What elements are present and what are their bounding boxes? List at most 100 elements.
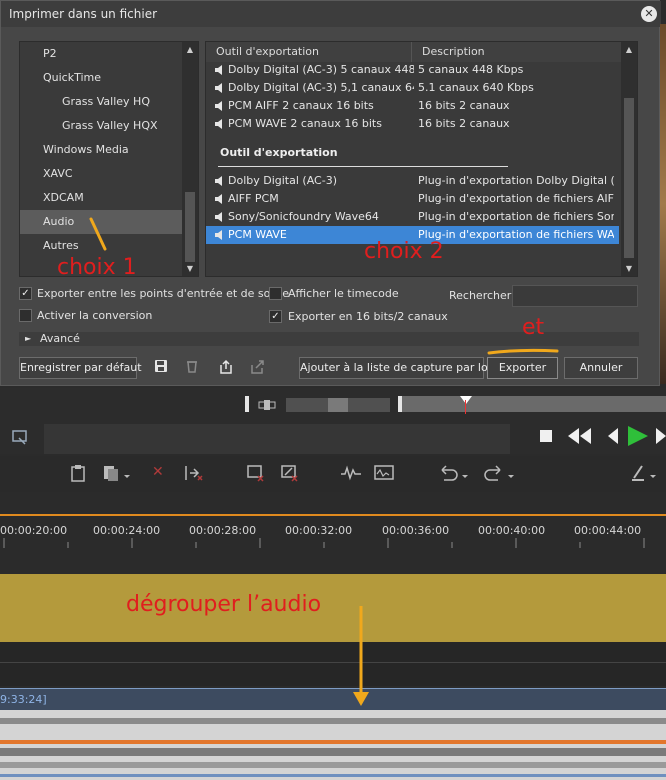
- clip-link-icon[interactable]: [258, 400, 276, 410]
- paste-icon[interactable]: [102, 464, 132, 482]
- redo-icon[interactable]: [484, 464, 516, 482]
- save-preset-icon[interactable]: [151, 359, 171, 377]
- audio-waveform-icon[interactable]: [340, 464, 362, 482]
- scroll-up-icon[interactable]: ▲: [183, 45, 197, 54]
- export-dialog: Imprimer dans un fichier ✕ P2 QuickTime Gr…: [0, 0, 661, 386]
- audio-clip-icon[interactable]: [374, 464, 396, 482]
- timecode-label: 00:00:20:00: [0, 524, 68, 537]
- audio-clip-track[interactable]: 9:33:24]: [0, 688, 666, 780]
- search-input[interactable]: [512, 285, 638, 307]
- save-default-button[interactable]: Enregistrer par défaut: [19, 357, 142, 379]
- speaker-icon: [215, 65, 222, 75]
- enable-conversion-label: Activer la conversion: [37, 309, 153, 322]
- play-icon[interactable]: [626, 426, 648, 446]
- export-in-out-checkbox[interactable]: ✓: [19, 287, 32, 300]
- exporter-row[interactable]: PCM AIFF 2 canaux 16 bits 16 bits 2 canau…: [206, 97, 619, 115]
- timecode-label: 00:00:40:00: [478, 524, 546, 537]
- timecode-label: 00:00:36:00: [382, 524, 450, 537]
- clip-delete-icon[interactable]: [246, 464, 266, 482]
- expand-arrow-icon: ►: [25, 334, 32, 343]
- in-point-marker[interactable]: [245, 396, 249, 412]
- speaker-icon: [215, 212, 222, 222]
- column-header-tool[interactable]: Outil d'exportation: [206, 42, 412, 62]
- zoom-slider[interactable]: [286, 398, 390, 412]
- exporter-tool: Dolby Digital (AC-3): [228, 174, 337, 187]
- section-title: Outil d'exportation: [220, 146, 338, 159]
- timeline-ruler[interactable]: [0, 492, 666, 550]
- exporter-description: Plug-in d'exportation de fichiers AIFF .…: [418, 192, 614, 205]
- undo-icon[interactable]: [438, 464, 470, 482]
- export-16bit-label: Exporter en 16 bits/2 canaux: [288, 310, 448, 323]
- column-header-description[interactable]: Description: [412, 42, 622, 62]
- exporter-row[interactable]: Dolby Digital (AC-3) 5 canaux 448 k... 5 …: [206, 61, 619, 79]
- stop-icon[interactable]: [540, 430, 552, 442]
- scroll-down-icon[interactable]: ▼: [622, 264, 636, 273]
- timeline-scrubber[interactable]: [402, 396, 666, 412]
- import-preset-icon[interactable]: [216, 359, 236, 379]
- exporter-row[interactable]: Dolby Digital (AC-3) Plug-in d'exportatio…: [206, 172, 619, 190]
- screen: Imprimer dans un fichier ✕ P2 QuickTime Gr…: [0, 0, 666, 780]
- clipboard-icon[interactable]: [70, 464, 86, 482]
- category-item[interactable]: Grass Valley HQ: [20, 90, 182, 114]
- exporter-description: 5 canaux 448 Kbps: [418, 63, 524, 76]
- category-item[interactable]: XDCAM: [20, 186, 182, 210]
- scroll-up-icon[interactable]: ▲: [622, 45, 636, 54]
- exporter-tool: Dolby Digital (AC-3) 5,1 canaux 64...: [228, 81, 414, 94]
- delete-icon[interactable]: ✕: [152, 465, 166, 479]
- annotation-et: et: [522, 315, 545, 340]
- scrollbar-thumb[interactable]: [185, 192, 195, 262]
- category-item[interactable]: Grass Valley HQX: [20, 114, 182, 138]
- video-clip-track[interactable]: [0, 574, 666, 644]
- monitor-icon[interactable]: [12, 430, 30, 446]
- delete-preset-icon[interactable]: [182, 359, 202, 377]
- export-button[interactable]: Exporter: [487, 357, 558, 379]
- exporter-row[interactable]: Dolby Digital (AC-3) 5,1 canaux 64... 5.1…: [206, 79, 619, 97]
- step-forward-icon[interactable]: [656, 428, 666, 444]
- exporter-row[interactable]: PCM WAVE 2 canaux 16 bits 16 bits 2 canau…: [206, 115, 619, 133]
- speaker-icon: [215, 230, 222, 240]
- scrollbar-thumb[interactable]: [624, 98, 634, 258]
- speaker-icon: [215, 176, 222, 186]
- playhead-marker-icon[interactable]: [460, 394, 472, 404]
- export-preset-icon[interactable]: [247, 359, 267, 379]
- category-scrollbar[interactable]: ▲ ▼: [182, 42, 198, 276]
- speaker-icon: [215, 119, 222, 129]
- close-icon[interactable]: ✕: [641, 6, 657, 22]
- ripple-delete-icon[interactable]: [184, 464, 204, 482]
- track-gap: [0, 642, 666, 686]
- enable-conversion-checkbox[interactable]: [19, 309, 32, 322]
- track-divider: [0, 662, 666, 663]
- scrub-left: [0, 394, 246, 416]
- category-item[interactable]: P2: [20, 42, 182, 66]
- clip-remove-icon[interactable]: [280, 464, 300, 482]
- exporter-tool: Dolby Digital (AC-3) 5 canaux 448 k...: [228, 63, 414, 76]
- exporter-row[interactable]: AIFF PCM Plug-in d'exportation de fichier…: [206, 190, 619, 208]
- step-back-icon[interactable]: [608, 428, 618, 444]
- speaker-icon: [215, 83, 222, 93]
- search-label: Rechercher: [449, 289, 512, 302]
- cancel-button[interactable]: Annuler: [564, 357, 638, 379]
- category-item[interactable]: XAVC: [20, 162, 182, 186]
- rewind-icon[interactable]: [568, 428, 592, 444]
- exporter-description: Plug-in d'exportation Dolby Digital (AC.…: [418, 174, 614, 187]
- annotation-choix2: choix 2: [364, 239, 444, 264]
- export-16bit-checkbox[interactable]: ✓: [269, 310, 282, 323]
- show-timecode-checkbox[interactable]: [269, 287, 282, 300]
- zoom-slider-thumb[interactable]: [328, 398, 348, 412]
- exporter-row[interactable]: Sony/Sonicfoundry Wave64 Plug-in d'export…: [206, 208, 619, 226]
- category-item[interactable]: Windows Media: [20, 138, 182, 162]
- annotation-choix1: choix 1: [57, 255, 137, 280]
- advanced-section-toggle[interactable]: ► Avancé: [19, 332, 639, 346]
- category-item[interactable]: QuickTime: [20, 66, 182, 90]
- marker-tool-icon[interactable]: [630, 464, 662, 482]
- timecode-label: 00:00:32:00: [285, 524, 353, 537]
- add-to-batch-button[interactable]: Ajouter à la liste de capture par lots: [299, 357, 498, 379]
- scroll-down-icon[interactable]: ▼: [183, 264, 197, 273]
- exporter-tool: Sony/Sonicfoundry Wave64: [228, 210, 379, 223]
- annotation-arrow-down: [353, 606, 369, 706]
- section-divider: [218, 166, 508, 167]
- annotation-degroup: dégrouper l’audio: [126, 592, 322, 617]
- exporter-scrollbar[interactable]: ▲ ▼: [621, 42, 637, 276]
- exporter-tool: AIFF PCM: [228, 192, 279, 205]
- timecode-label: 00:00:28:00: [189, 524, 257, 537]
